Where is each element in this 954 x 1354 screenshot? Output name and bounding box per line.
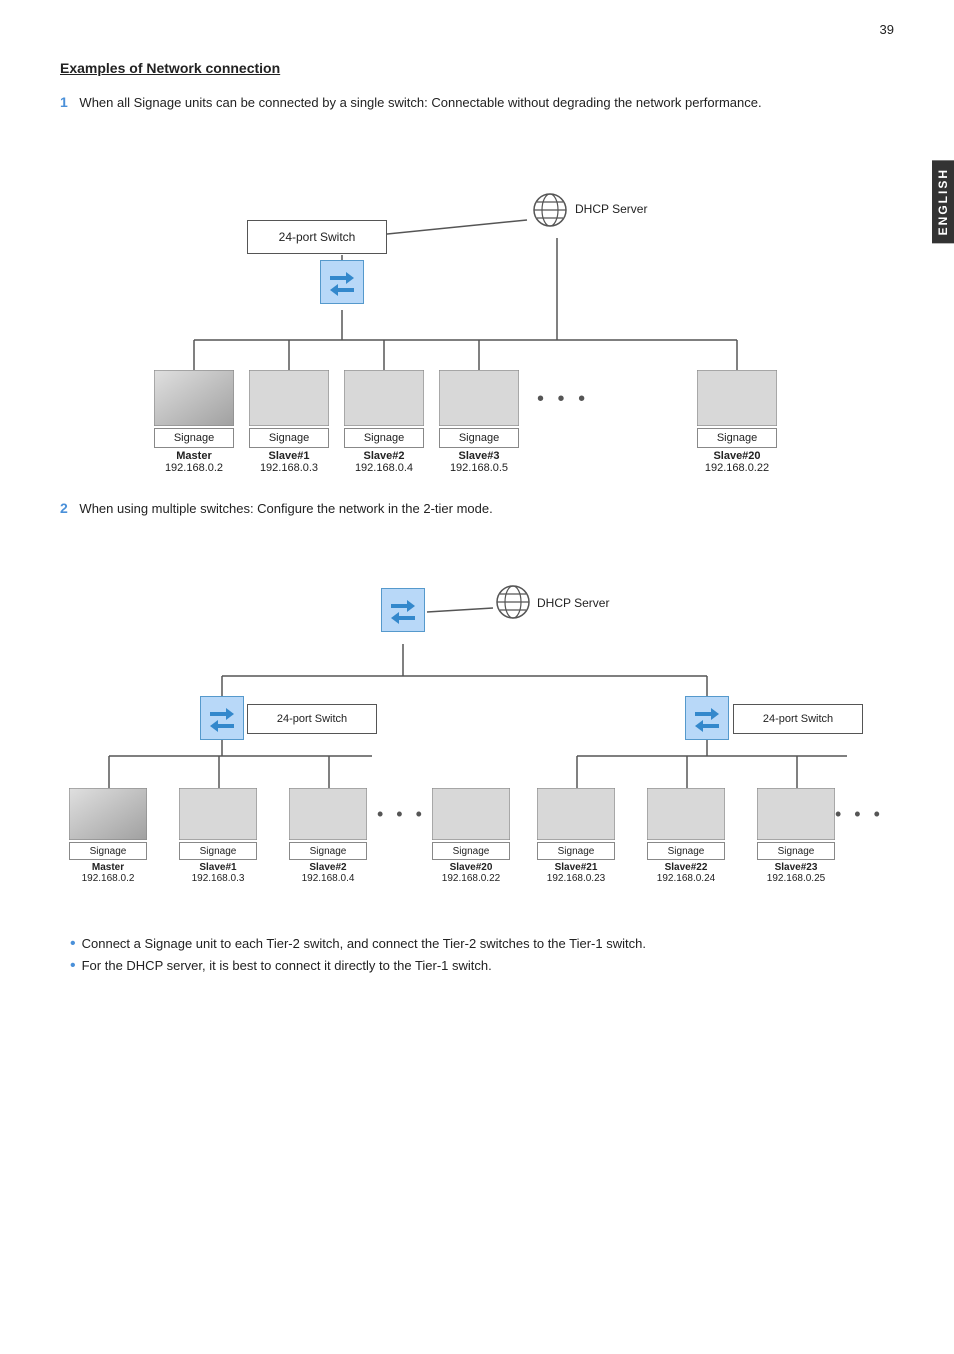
signage-d2-slave22: Signage — [647, 842, 725, 860]
bullet-list: • Connect a Signage unit to each Tier-2 … — [60, 936, 894, 974]
role-d2-slave2: Slave#2 192.168.0.4 — [289, 862, 367, 884]
bullet-text-1: Connect a Signage unit to each Tier-2 sw… — [82, 936, 646, 951]
bullet-dot-2: • — [70, 958, 76, 974]
item-2-block: 2 When using multiple switches: Configur… — [60, 500, 894, 974]
item-1-description: When all Signage units can be connected … — [79, 95, 761, 110]
signage-d2-master: Signage — [69, 842, 147, 860]
signage-d2-slave1: Signage — [179, 842, 257, 860]
signage-label-master: Signage — [154, 428, 234, 448]
node-role-slave3: Slave#3 192.168.0.5 — [439, 450, 519, 474]
dhcp-label-1: DHCP Server — [575, 202, 647, 216]
signage-label-slave1: Signage — [249, 428, 329, 448]
role-d2-slave21: Slave#21 192.168.0.23 — [532, 862, 620, 884]
page-number: 39 — [880, 22, 894, 37]
dots-right: • • • — [835, 804, 884, 825]
signage-label-slave20: Signage — [697, 428, 777, 448]
signage-label-slave2: Signage — [344, 428, 424, 448]
role-d2-slave20: Slave#20 192.168.0.22 — [427, 862, 515, 884]
switch-icon-1 — [320, 260, 364, 304]
switch-label-left: 24-port Switch — [277, 713, 347, 725]
node-role-master: Master 192.168.0.2 — [154, 450, 234, 474]
monitor-d2-slave23 — [757, 788, 835, 840]
role-d2-slave23: Slave#23 192.168.0.25 — [752, 862, 840, 884]
english-tab: ENGLISH — [932, 160, 954, 243]
dots-left: • • • — [377, 804, 426, 825]
switch-icon-tier1 — [381, 588, 425, 632]
monitor-d2-slave1 — [179, 788, 257, 840]
dhcp-label-2: DHCP Server — [537, 596, 609, 610]
switch-icon-left — [200, 696, 244, 740]
monitor-slave20 — [697, 370, 777, 426]
bullet-dot-1: • — [70, 936, 76, 952]
monitor-d2-master — [69, 788, 147, 840]
switch-box-left: 24-port Switch — [247, 704, 377, 734]
monitor-d2-slave21 — [537, 788, 615, 840]
signage-label-slave3: Signage — [439, 428, 519, 448]
monitor-d2-slave22 — [647, 788, 725, 840]
diagram-2: DHCP Server 24-port Switch — [67, 536, 887, 926]
node-role-slave1: Slave#1 192.168.0.3 — [249, 450, 329, 474]
node-role-slave20: Slave#20 192.168.0.22 — [692, 450, 782, 474]
dots-1: • • • — [537, 388, 589, 411]
bullet-item-2: • For the DHCP server, it is best to con… — [70, 958, 894, 974]
switch-label-right: 24-port Switch — [763, 713, 833, 725]
diagram-1: 24-port Switch DHCP Server — [137, 130, 817, 460]
bullet-item-1: • Connect a Signage unit to each Tier-2 … — [70, 936, 894, 952]
switch-box-1: 24-port Switch — [247, 220, 387, 254]
monitor-slave2 — [344, 370, 424, 426]
switch-box-right: 24-port Switch — [733, 704, 863, 734]
item-2-number: 2 — [60, 500, 68, 516]
globe-icon-1 — [532, 192, 568, 228]
role-d2-slave1: Slave#1 192.168.0.3 — [179, 862, 257, 884]
switch-icon-right — [685, 696, 729, 740]
monitor-slave3 — [439, 370, 519, 426]
signage-d2-slave23: Signage — [757, 842, 835, 860]
monitor-slave1 — [249, 370, 329, 426]
role-d2-slave22: Slave#22 192.168.0.24 — [642, 862, 730, 884]
switch-label-1: 24-port Switch — [279, 230, 356, 244]
signage-d2-slave21: Signage — [537, 842, 615, 860]
node-role-slave2: Slave#2 192.168.0.4 — [344, 450, 424, 474]
item-1-header: 1 When all Signage units can be connecte… — [60, 94, 894, 110]
role-d2-master: Master 192.168.0.2 — [69, 862, 147, 884]
monitor-master — [154, 370, 234, 426]
monitor-d2-slave20 — [432, 788, 510, 840]
item-1-block: 1 When all Signage units can be connecte… — [60, 94, 894, 460]
monitor-d2-slave2 — [289, 788, 367, 840]
main-content: Examples of Network connection 1 When al… — [0, 0, 954, 1054]
bullet-text-2: For the DHCP server, it is best to conne… — [82, 958, 492, 973]
item-1-number: 1 — [60, 94, 68, 110]
item-2-header: 2 When using multiple switches: Configur… — [60, 500, 894, 516]
signage-d2-slave2: Signage — [289, 842, 367, 860]
signage-d2-slave20: Signage — [432, 842, 510, 860]
section-title: Examples of Network connection — [60, 60, 894, 76]
globe-icon-2 — [495, 584, 531, 620]
item-2-description: When using multiple switches: Configure … — [79, 501, 492, 516]
